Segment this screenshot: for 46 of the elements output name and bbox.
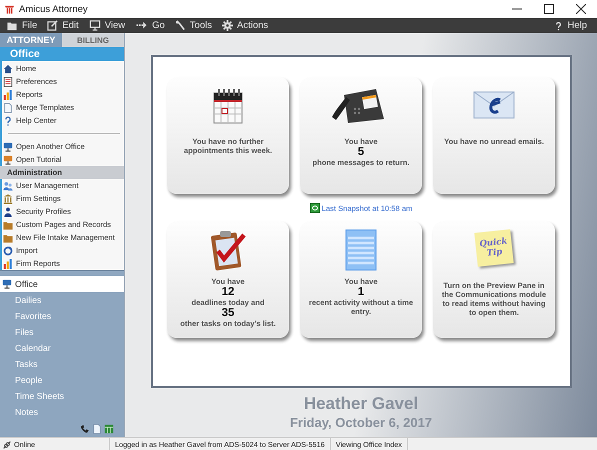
menu-item[interactable]: File: [6, 20, 38, 31]
users-icon: [3, 180, 13, 190]
help-icon: [554, 20, 564, 30]
person-icon: [3, 206, 13, 216]
date-text: Friday, October 6, 2017: [290, 415, 432, 430]
time-sheet-icon: [345, 229, 377, 271]
count-text: 1: [358, 286, 364, 298]
menu-item[interactable]: Tools: [174, 20, 212, 31]
monitor-icon: [3, 154, 13, 164]
app-logo-icon: [4, 4, 15, 14]
house-icon: [3, 64, 13, 74]
help-icon: [3, 116, 13, 126]
list-icon: [3, 76, 13, 86]
building-icon: [3, 194, 13, 204]
refresh-icon: [310, 203, 320, 213]
bar-chart-icon: [3, 90, 13, 100]
document-icon: [92, 424, 102, 434]
help-menu-item[interactable]: Help: [554, 20, 587, 31]
menu-item[interactable]: View: [88, 20, 126, 31]
folder-icon: [6, 20, 18, 30]
clipboard-checkmark-icon: [209, 229, 247, 271]
bar-chart-icon: [3, 258, 13, 268]
menu-item[interactable]: Actions: [222, 20, 268, 31]
sticky-note: Quick Tip: [474, 229, 514, 267]
maximize-icon[interactable]: [544, 4, 554, 14]
arrow-right-icon: [135, 20, 148, 30]
section-header: Office: [0, 47, 124, 61]
close-icon[interactable]: [576, 4, 586, 14]
count-text: 35: [222, 307, 234, 319]
grid-icon: [104, 424, 114, 434]
monitor-icon: [3, 142, 13, 152]
phone-icon: [80, 424, 90, 434]
user-name: Heather Gavel: [304, 394, 418, 414]
wrench-icon: [174, 20, 186, 31]
monitor-icon: [2, 279, 12, 289]
menu-item[interactable]: Edit: [47, 20, 79, 31]
menu-item[interactable]: Go: [135, 20, 165, 31]
monitor-icon: [88, 20, 101, 31]
count-text: 12: [222, 286, 234, 298]
edit-icon: [47, 20, 58, 31]
count-text: 5: [358, 146, 364, 158]
document-icon: [3, 102, 13, 112]
nav-item[interactable]: Office: [0, 276, 124, 292]
window-title: Amicus Attorney: [19, 4, 89, 14]
sidebar-tab[interactable]: BILLING: [62, 33, 124, 47]
connection-icon: [2, 440, 12, 450]
